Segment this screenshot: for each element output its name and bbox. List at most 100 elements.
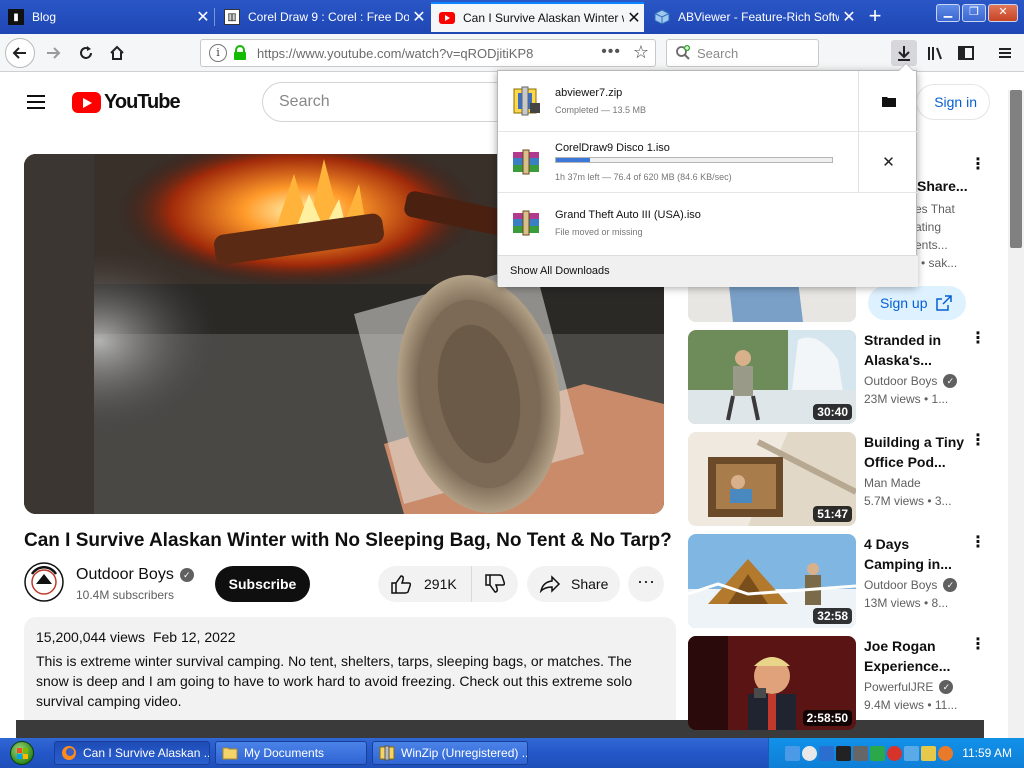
antivirus-icon[interactable] — [887, 745, 902, 761]
sign-up-button[interactable]: Sign up — [868, 286, 966, 320]
video-title-line-2[interactable]: Office Pod... — [864, 452, 964, 472]
search-tray-icon[interactable] — [938, 745, 953, 761]
menu-button[interactable] — [992, 40, 1018, 66]
video-title-line-1[interactable]: 4 Days — [864, 534, 964, 554]
library-button[interactable] — [922, 40, 948, 66]
video-options-icon[interactable]: ⋮ — [970, 157, 986, 173]
tab-separator — [214, 8, 215, 26]
channel-name[interactable]: Outdoor Boys ✓ — [76, 566, 194, 584]
chess-icon[interactable] — [836, 745, 851, 761]
share-button[interactable]: Share — [527, 566, 620, 602]
bookmark-star-icon[interactable]: ☆ — [633, 42, 649, 63]
taskbar-item-label: WinZip (Unregistered) ... — [401, 746, 528, 760]
show-all-downloads-button[interactable]: Show All Downloads — [498, 255, 918, 287]
new-tab-button[interactable]: + — [862, 5, 888, 29]
recommendation-item[interactable]: 32:58 4 Days Camping in... Outdoor Boys ✓… — [688, 534, 988, 630]
channel-avatar[interactable] — [24, 562, 64, 602]
info-icon[interactable]: i — [209, 44, 227, 62]
taskbar-item-winzip[interactable]: WinZip (Unregistered) ... — [372, 741, 528, 765]
tools-icon[interactable] — [853, 745, 868, 761]
network-icon[interactable] — [785, 745, 800, 761]
reload-icon — [80, 46, 92, 59]
arrow-left-icon — [12, 47, 26, 59]
subscriber-count: 10.4M subscribers — [76, 588, 175, 602]
video-title-line-1[interactable]: Stranded in — [864, 330, 964, 350]
dislike-button[interactable] — [472, 566, 518, 602]
tab-blog[interactable]: ▮ Blog ✕ — [0, 2, 213, 32]
reload-button[interactable] — [71, 38, 101, 68]
forward-button[interactable] — [38, 38, 68, 68]
video-channel[interactable]: Outdoor Boys ✓ — [864, 578, 958, 592]
vertical-scrollbar[interactable] — [1008, 90, 1024, 738]
close-icon[interactable]: ✕ — [839, 7, 859, 27]
download-progress-bar — [555, 157, 833, 163]
search-placeholder: Search — [697, 45, 739, 61]
video-options-icon[interactable]: ⋮ — [970, 535, 986, 551]
like-button[interactable]: 291K — [378, 566, 472, 602]
recommendation-item[interactable]: 2:58:50 Joe Rogan Experience... Powerful… — [688, 636, 988, 732]
sidebar-button[interactable] — [953, 40, 979, 66]
close-icon[interactable]: ✕ — [193, 7, 213, 27]
youtube-search-input[interactable]: Search — [262, 82, 512, 122]
video-title-line-2[interactable]: Camping in... — [864, 554, 964, 574]
recommendation-item[interactable]: 51:47 Building a Tiny Office Pod... Man … — [688, 432, 988, 528]
shield-icon[interactable] — [870, 745, 885, 761]
update-icon[interactable] — [819, 745, 834, 761]
view-count: 15,200,044 views — [36, 629, 145, 645]
subscribe-button[interactable]: Subscribe — [215, 566, 310, 602]
display-icon[interactable] — [802, 745, 817, 761]
progress-fill — [556, 158, 590, 162]
like-dislike-group: 291K — [378, 566, 518, 602]
video-title-line-1[interactable]: Building a Tiny — [864, 432, 964, 452]
page-actions-icon[interactable]: ••• — [601, 43, 621, 61]
video-title-line-1[interactable]: Joe Rogan — [864, 636, 964, 656]
close-icon[interactable]: ✕ — [409, 7, 429, 27]
minimize-button[interactable]: ▁ — [936, 4, 960, 22]
taskbar-item-my-documents[interactable]: My Documents — [215, 741, 367, 765]
cancel-download-button[interactable]: ✕ — [858, 132, 918, 192]
lock-icon[interactable] — [233, 45, 247, 61]
scrollbar-thumb[interactable] — [1010, 90, 1022, 248]
tab-corel-draw[interactable]: ▥ Corel Draw 9 : Corel : Free Down ✕ — [216, 2, 429, 32]
download-item[interactable]: abviewer7.zip Completed — 13.5 MB — [498, 71, 918, 131]
video-channel[interactable]: Outdoor Boys ✓ — [864, 374, 958, 388]
start-button[interactable] — [0, 738, 44, 768]
video-thumbnail[interactable]: 32:58 — [688, 534, 856, 628]
folder-icon — [222, 747, 238, 760]
library-icon — [928, 47, 942, 60]
video-thumbnail[interactable]: 30:40 — [688, 330, 856, 424]
verified-check-icon: ✓ — [939, 680, 954, 694]
more-actions-button[interactable]: ··· — [628, 566, 664, 602]
youtube-play-icon — [72, 92, 101, 113]
restore-button[interactable]: ❐ — [962, 4, 986, 22]
home-button[interactable] — [102, 38, 132, 68]
zip-archive-icon — [513, 86, 540, 116]
video-options-icon[interactable]: ⋮ — [970, 433, 986, 449]
video-channel[interactable]: Man Made — [864, 476, 921, 490]
youtube-logo[interactable]: YouTube — [72, 91, 181, 114]
browser-search-box[interactable]: Search — [666, 39, 819, 67]
download-item[interactable]: Grand Theft Auto III (USA).iso File move… — [498, 193, 918, 253]
taskbar-item-firefox[interactable]: Can I Survive Alaskan ... — [54, 741, 210, 765]
video-channel[interactable]: PowerfulJRE ✓ — [864, 680, 954, 694]
volume-icon[interactable] — [904, 745, 919, 761]
close-window-button[interactable]: ✕ — [988, 4, 1018, 22]
video-title-line-2[interactable]: Experience... — [864, 656, 964, 676]
close-icon[interactable]: ✕ — [624, 8, 644, 28]
video-options-icon[interactable]: ⋮ — [970, 331, 986, 347]
power-icon[interactable] — [921, 745, 936, 761]
download-filename: abviewer7.zip — [555, 87, 623, 99]
back-button[interactable] — [5, 38, 35, 68]
video-options-icon[interactable]: ⋮ — [970, 637, 986, 653]
video-thumbnail[interactable]: 51:47 — [688, 432, 856, 526]
tab-youtube-video[interactable]: Can I Survive Alaskan Winter w ✕ — [431, 2, 644, 32]
recommendation-item[interactable]: 30:40 Stranded in Alaska's... Outdoor Bo… — [688, 330, 988, 426]
video-title-line-2[interactable]: Alaska's... — [864, 350, 964, 370]
url-bar[interactable]: i https://www.youtube.com/watch?v=qRODji… — [200, 39, 656, 67]
open-folder-button[interactable] — [858, 71, 918, 131]
sign-in-button[interactable]: Sign in — [916, 84, 990, 120]
thumbs-up-icon — [391, 575, 412, 594]
video-thumbnail[interactable]: 2:58:50 — [688, 636, 856, 730]
tab-abviewer[interactable]: ABViewer - Feature-Rich Softwa ✕ — [646, 2, 859, 32]
guide-menu-icon[interactable] — [27, 95, 45, 109]
